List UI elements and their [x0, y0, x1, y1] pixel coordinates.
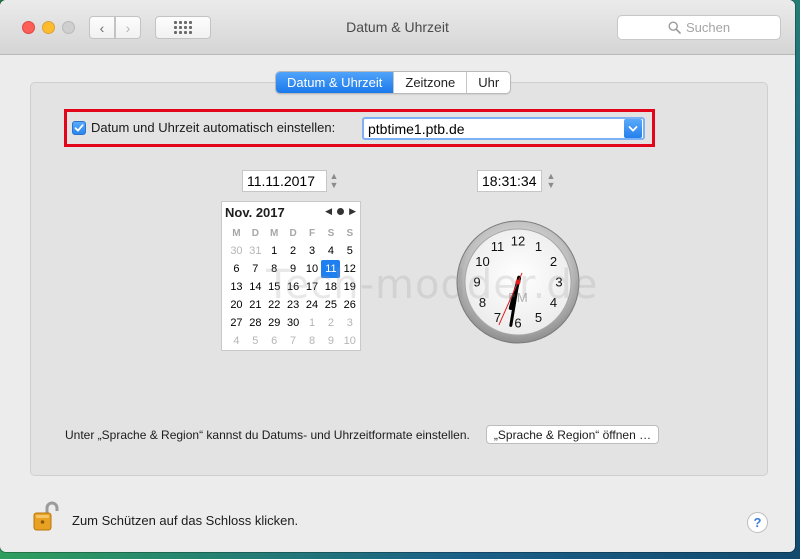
- calendar-day[interactable]: 5: [246, 332, 265, 350]
- weekday-header: D: [289, 227, 297, 239]
- preferences-window: ‹ › Datum & Uhrzeit Suchen Datum & Uhrze…: [0, 0, 795, 552]
- calendar-day[interactable]: 21: [246, 296, 265, 314]
- calendar-nav: ◀ ▶: [325, 206, 356, 217]
- calendar-day[interactable]: 1: [303, 314, 322, 332]
- title-bar: ‹ › Datum & Uhrzeit Suchen: [0, 0, 795, 55]
- time-server-combobox[interactable]: ptbtime1.ptb.de: [362, 117, 645, 140]
- calendar-day[interactable]: 6: [227, 260, 246, 278]
- clock-number: 6: [514, 316, 521, 331]
- tab-uhr[interactable]: Uhr: [466, 72, 510, 93]
- time-server-value[interactable]: ptbtime1.ptb.de: [364, 121, 624, 137]
- calendar-day[interactable]: 4: [227, 332, 246, 350]
- clock-number: 12: [511, 234, 525, 249]
- calendar-day[interactable]: 2: [321, 314, 340, 332]
- next-month-icon[interactable]: ▶: [349, 206, 356, 217]
- checkmark-icon: [74, 123, 84, 131]
- calendar-day[interactable]: 29: [265, 314, 284, 332]
- calendar-day[interactable]: 8: [265, 260, 284, 278]
- calendar-day[interactable]: 10: [340, 332, 359, 350]
- help-button[interactable]: ?: [747, 512, 768, 533]
- time-stepper[interactable]: ▲ ▼: [546, 171, 556, 191]
- clock-number: 1: [535, 239, 542, 254]
- calendar-day[interactable]: 30: [284, 314, 303, 332]
- weekday-header: S: [346, 227, 354, 239]
- calendar-day[interactable]: 28: [246, 314, 265, 332]
- clock-number: 4: [550, 295, 557, 310]
- clock-center: [515, 279, 521, 285]
- chevron-down-icon: [628, 125, 638, 131]
- auto-set-row: Datum und Uhrzeit automatisch einstellen…: [72, 120, 335, 135]
- search-icon: [668, 21, 681, 34]
- calendar-day[interactable]: 8: [303, 332, 322, 350]
- clock-number: 11: [491, 239, 505, 254]
- lock-icon[interactable]: [30, 500, 62, 532]
- calendar-day[interactable]: 6: [265, 332, 284, 350]
- open-language-region-button[interactable]: „Sprache & Region“ öffnen …: [486, 425, 659, 444]
- calendar-day[interactable]: 15: [265, 278, 284, 296]
- analog-clock: 12 1234567891011 PM: [456, 220, 580, 344]
- stepper-down-icon: ▼: [546, 180, 556, 190]
- calendar-day[interactable]: 3: [303, 242, 322, 260]
- calendar-day[interactable]: 4: [321, 242, 340, 260]
- calendar-day[interactable]: 17: [303, 278, 322, 296]
- time-field[interactable]: 18:31:34: [477, 170, 542, 192]
- clock-number: 3: [555, 275, 562, 290]
- calendar-day[interactable]: 7: [284, 332, 303, 350]
- today-icon[interactable]: [337, 208, 345, 215]
- calendar-day[interactable]: 3: [340, 314, 359, 332]
- calendar-day[interactable]: 13: [227, 278, 246, 296]
- calendar-day[interactable]: 5: [340, 242, 359, 260]
- calendar-day[interactable]: 7: [246, 260, 265, 278]
- tab-zeitzone[interactable]: Zeitzone: [393, 72, 466, 93]
- calendar-day[interactable]: 24: [303, 296, 322, 314]
- weekday-header: M: [270, 227, 279, 239]
- weekday-header: M: [232, 227, 241, 239]
- calendar-day[interactable]: 27: [227, 314, 246, 332]
- auto-set-checkbox[interactable]: [72, 120, 86, 135]
- calendar-day[interactable]: 26: [340, 296, 359, 314]
- weekday-header: S: [327, 227, 335, 239]
- calendar-day[interactable]: 2: [284, 242, 303, 260]
- calendar-day[interactable]: 9: [321, 332, 340, 350]
- calendar-grid: M D M D F S S 30 31 1 2 3 4 5 6 7 8 9 10 11 12 13 14 15 16 17 18 19…: [227, 224, 359, 350]
- tab-datum-uhrzeit[interactable]: Datum & Uhrzeit: [276, 72, 394, 93]
- calendar-day[interactable]: 31: [246, 242, 265, 260]
- date-stepper[interactable]: ▲ ▼: [329, 171, 339, 191]
- auto-set-label: Datum und Uhrzeit automatisch einstellen…: [91, 120, 336, 135]
- calendar-month-label: Nov. 2017: [225, 205, 285, 220]
- calendar-day[interactable]: 20: [227, 296, 246, 314]
- calendar: Nov. 2017 ◀ ▶ M D M D F S S 30 31 1 2 3 4 5 6 7 8 9 10 11 12…: [221, 201, 361, 351]
- time-server-dropdown-button[interactable]: [624, 119, 642, 138]
- stepper-down-icon: ▼: [329, 180, 339, 190]
- date-field[interactable]: 11.11.2017: [242, 170, 327, 192]
- calendar-day[interactable]: 1: [265, 242, 284, 260]
- calendar-day[interactable]: 22: [265, 296, 284, 314]
- calendar-day[interactable]: 10: [303, 260, 322, 278]
- clock-number: 2: [550, 254, 557, 269]
- search-placeholder: Suchen: [685, 20, 731, 35]
- calendar-day-selected[interactable]: 11: [321, 260, 341, 278]
- search-field[interactable]: Suchen: [617, 15, 781, 40]
- clock-number: 5: [535, 310, 542, 325]
- calendar-day[interactable]: 18: [321, 278, 340, 296]
- clock-number: 10: [475, 254, 489, 269]
- calendar-day[interactable]: 9: [284, 260, 303, 278]
- calendar-day[interactable]: 25: [321, 296, 340, 314]
- region-hint-text: Unter „Sprache & Region“ kannst du Datum…: [65, 428, 470, 442]
- previous-month-icon[interactable]: ◀: [325, 206, 332, 217]
- calendar-day[interactable]: 19: [340, 278, 359, 296]
- calendar-day[interactable]: 16: [284, 278, 303, 296]
- clock-number: 9: [473, 275, 480, 290]
- calendar-day[interactable]: 14: [246, 278, 265, 296]
- weekday-header: F: [308, 227, 316, 239]
- calendar-day[interactable]: 23: [284, 296, 303, 314]
- clock-number: 8: [479, 295, 486, 310]
- calendar-day[interactable]: 12: [340, 260, 359, 278]
- weekday-header: D: [251, 227, 259, 239]
- calendar-day[interactable]: 30: [227, 242, 246, 260]
- lock-hint-text: Zum Schützen auf das Schloss klicken.: [72, 513, 299, 528]
- tab-bar: Datum & Uhrzeit Zeitzone Uhr: [275, 71, 512, 94]
